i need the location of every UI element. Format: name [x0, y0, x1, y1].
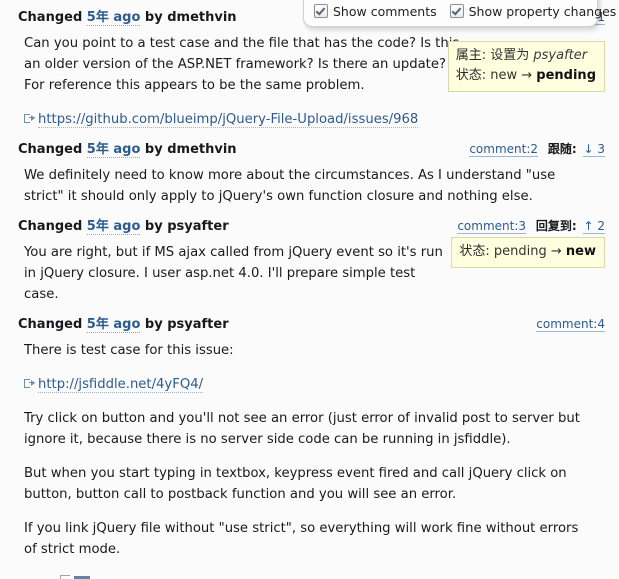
property-arrow-icon: → [521, 68, 533, 83]
comment-paragraph: Can you point to a test case and the fil… [24, 36, 460, 93]
show-property-changes-checkbox[interactable]: Show property changes [449, 4, 617, 19]
change-author: psyafter [167, 219, 229, 234]
changed-label: Changed [18, 142, 83, 157]
property-name: 状态: [459, 244, 490, 259]
by-label: by [144, 10, 163, 25]
property-value: psyafter [533, 48, 588, 63]
change-entry: Changed 5年 ago by psyafter comment:3 回复到… [0, 209, 619, 307]
change-entry: Changed 5年 ago by dmethvin comment:2 跟随:… [0, 132, 619, 209]
comment-paragraph: You are right, but if MS ajax called fro… [24, 245, 443, 302]
external-link[interactable]: http://jsfiddle.net/4yFQ4/ [38, 377, 204, 393]
changed-label: Changed [18, 317, 83, 332]
comment-paragraph: If you link jQuery file without "use str… [24, 521, 579, 557]
change-entry: Changed 5年 ago by psyafter comment:4 The… [0, 307, 619, 562]
by-label: by [144, 142, 163, 157]
relation-label: 回复到: [535, 219, 577, 233]
change-author: psyafter [167, 317, 229, 332]
external-link-icon [60, 575, 70, 579]
change-time-link[interactable]: 5年 ago [86, 219, 141, 235]
relation-label: 跟随: [547, 142, 577, 156]
checkbox-checked-icon[interactable] [314, 4, 328, 18]
change-author: dmethvin [167, 10, 237, 25]
external-link-icon [24, 379, 36, 388]
comment-paragraph: There is test case for this issue: [24, 343, 234, 358]
property-changes-box: 属主: 设置为 psyafter 状态: new → pending [447, 41, 605, 92]
property-value-prefix: 设置为 [490, 48, 530, 63]
change-body: We definitely need to know more about th… [18, 161, 605, 209]
property-old-value: pending [493, 244, 547, 259]
relation-ref-link[interactable]: ↑ 2 [583, 219, 605, 234]
relation-ref-link[interactable]: ↓ 3 [583, 142, 605, 157]
change-header: Changed 5年 ago by psyafter [18, 307, 605, 336]
comment-ref-group: comment:3 回复到: ↑ 2 [457, 218, 605, 235]
comment-paragraph: But when you start typing in textbox, ke… [24, 466, 567, 502]
comment-ref-link[interactable]: comment:2 [469, 142, 539, 157]
property-name: 状态: [455, 68, 487, 83]
property-arrow-icon: → [550, 244, 562, 259]
change-time-link[interactable]: 5年 ago [86, 142, 141, 158]
changed-label: Changed [18, 219, 83, 234]
show-comments-label: Show comments [333, 4, 437, 19]
by-label: by [144, 219, 163, 234]
property-changes-box: 状态: pending → new [451, 237, 605, 268]
changed-label: Changed [18, 10, 83, 25]
comment-ref-link[interactable]: comment:3 [457, 219, 527, 234]
comment-link-paragraph: https://github.com/blueimp/jQuery-File-U… [24, 109, 605, 130]
show-property-changes-label: Show property changes [468, 4, 617, 19]
property-new-value: new [565, 244, 596, 259]
external-link[interactable]: https://github.com/blueimp/jQuery-File-U… [38, 112, 419, 128]
checkbox-checked-icon[interactable] [449, 4, 464, 18]
property-row: 状态: new → pending [456, 66, 596, 86]
property-row: 状态: pending → new [459, 242, 596, 262]
comment-paragraph: Try click on button and you'll not see a… [24, 411, 580, 447]
comment-ref-link[interactable]: comment:4 [536, 317, 605, 332]
change-time-link[interactable]: 5年 ago [86, 317, 141, 333]
external-link-icon [24, 114, 36, 123]
property-old-value: new [490, 68, 518, 83]
comment-preferences-panel: Show comments Show property changes [303, 0, 616, 27]
comment-ref-group: comment:2 跟随: ↓ 3 [469, 141, 605, 158]
change-author: dmethvin [167, 142, 237, 157]
comment-paragraph: We definitely need to know more about th… [24, 168, 556, 204]
property-row: 属主: 设置为 psyafter [456, 46, 596, 66]
changelog-list: Changed 5年 ago by dmethvin comment:1 属主:… [0, 0, 619, 562]
change-body: There is test case for this issue: http:… [18, 336, 605, 562]
property-name: 属主: [455, 48, 487, 63]
comment-link-paragraph: http://jsfiddle.net/4yFQ4/ [24, 374, 605, 395]
comment-ref-group: comment:4 [536, 316, 605, 333]
by-label: by [144, 317, 163, 332]
property-new-value: pending [536, 68, 596, 83]
show-comments-checkbox[interactable]: Show comments [314, 4, 437, 19]
change-time-link[interactable]: 5年 ago [86, 10, 141, 26]
